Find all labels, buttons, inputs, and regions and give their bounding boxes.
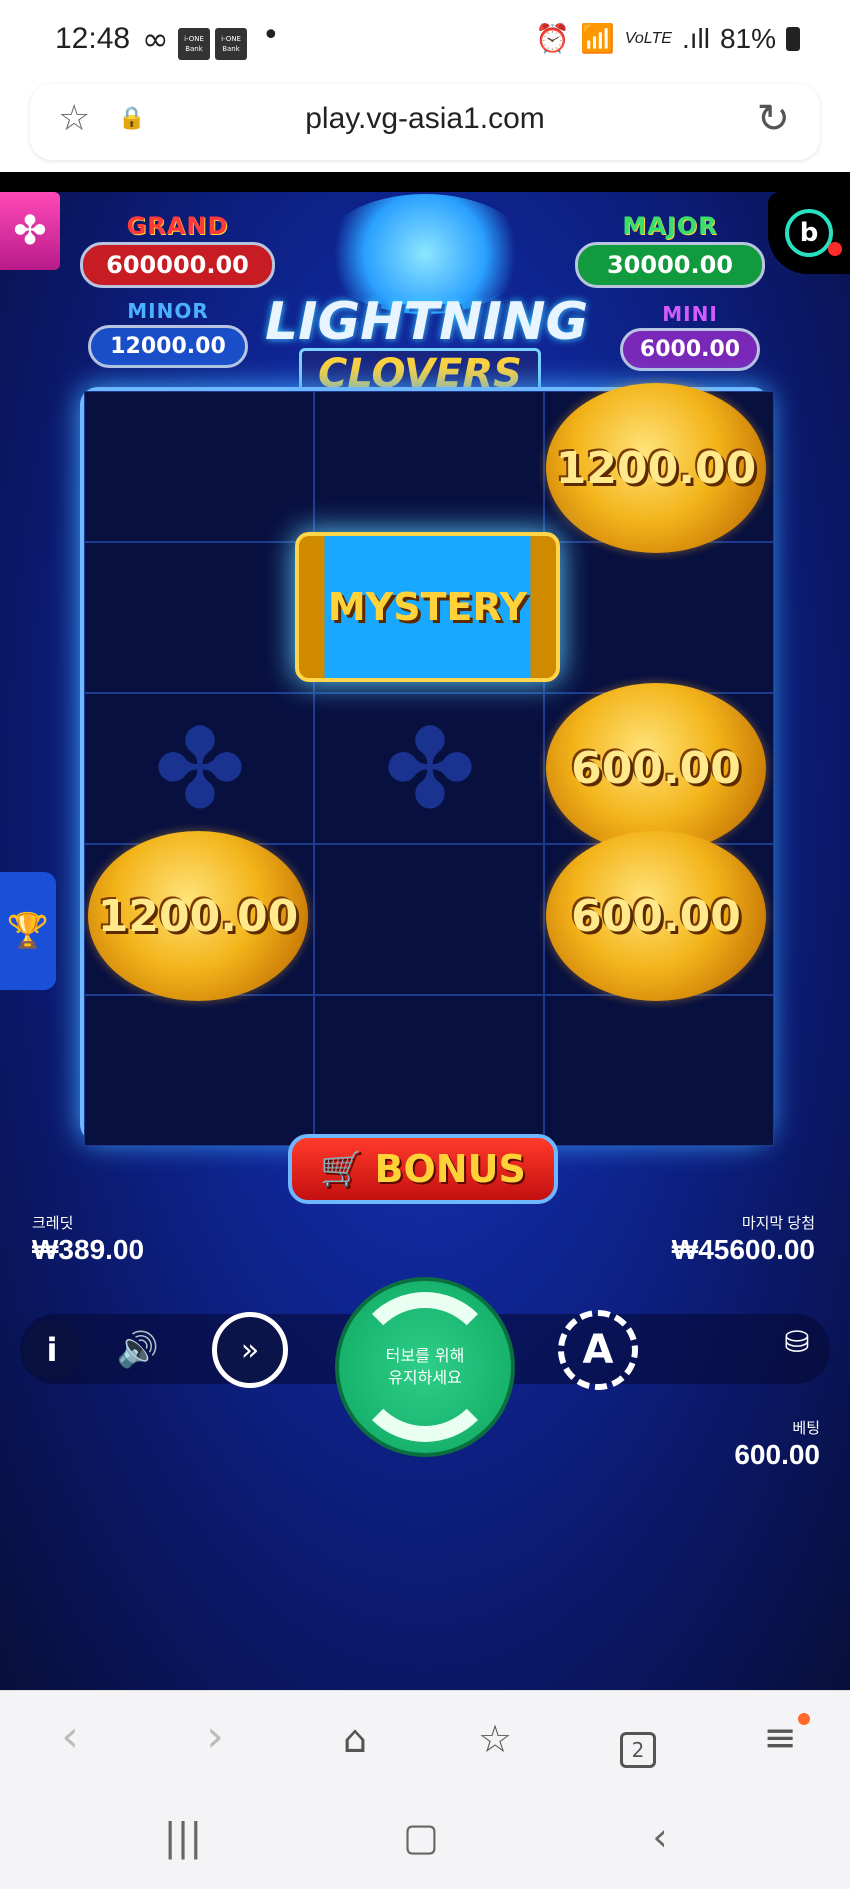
game-canvas[interactable]: ✤ b GRAND 600000.00 MAJOR 30000.00 MINOR… bbox=[0, 172, 850, 1690]
bonus-label: BONUS bbox=[374, 1147, 526, 1191]
info-icon[interactable]: i bbox=[22, 1320, 82, 1380]
grid-cell bbox=[84, 542, 314, 693]
jackpot-major: MAJOR 30000.00 bbox=[575, 212, 765, 288]
alert-dot bbox=[828, 242, 842, 256]
battery-icon bbox=[786, 26, 800, 51]
reload-icon[interactable]: ↻ bbox=[756, 96, 790, 142]
minor-value: 12000.00 bbox=[88, 325, 248, 368]
sound-icon[interactable]: 🔊 bbox=[108, 1320, 168, 1380]
grid-cell bbox=[314, 844, 544, 995]
grid-cell bbox=[314, 391, 544, 542]
grid-cell bbox=[544, 542, 774, 693]
volte-indicator: VoLTE bbox=[624, 29, 672, 47]
forward-icon[interactable]: › bbox=[175, 1711, 255, 1762]
gold-clover-coin: 600.00 bbox=[546, 831, 766, 1001]
mini-value: 6000.00 bbox=[620, 328, 760, 371]
bet-label: 베팅 bbox=[792, 1420, 820, 1437]
bank-app-icon: i-ONE Bank bbox=[178, 28, 210, 60]
mystery-symbol: MYSTERY bbox=[295, 532, 560, 682]
grid-cell bbox=[84, 995, 314, 1146]
last-win-value: ₩45600.00 bbox=[671, 1234, 815, 1265]
grid-cell bbox=[544, 995, 774, 1146]
bonus-buy-button[interactable]: 🛒 BONUS bbox=[288, 1134, 558, 1204]
status-bar: 12:48 ∞ i-ONE Bank i-ONE Bank • ⏰ 📶 VoLT… bbox=[0, 0, 850, 84]
spin-button[interactable]: 터보를 위해 유지하세요 bbox=[335, 1277, 515, 1457]
bet-value: 600.00 bbox=[734, 1439, 820, 1470]
jackpot-mini: MINI 6000.00 bbox=[620, 302, 760, 371]
reel-grid: ✤ ✤ 1200.00 600.00 1200.00 600.00 bbox=[80, 383, 774, 1146]
grid-cell: ✤ bbox=[314, 693, 544, 844]
home-icon[interactable]: ⌂ bbox=[315, 1717, 395, 1761]
game-top-band bbox=[0, 172, 850, 192]
grid-cell bbox=[314, 995, 544, 1146]
bank-app-icon-2: i-ONE Bank bbox=[215, 28, 247, 60]
gold-clover-coin: 600.00 bbox=[546, 683, 766, 853]
clover-outline-icon: ✤ bbox=[153, 705, 247, 833]
system-navigation: ||| ▢ ‹ bbox=[0, 1790, 850, 1889]
back-icon[interactable]: ‹ bbox=[30, 1711, 110, 1762]
menu-badge bbox=[798, 1713, 810, 1725]
recent-apps-icon[interactable]: ||| bbox=[143, 1815, 223, 1859]
signal-icon: .ıll bbox=[681, 22, 710, 54]
mini-label: MINI bbox=[662, 302, 718, 326]
clover-menu-icon[interactable]: ✤ bbox=[0, 192, 60, 270]
provider-b-icon: b bbox=[785, 209, 833, 257]
logo-line1: LIGHTNING bbox=[265, 292, 589, 352]
wifi-icon: 📶 bbox=[579, 23, 615, 54]
browser-toolbar: ‹ › ⌂ ☆ 2 ≡ bbox=[0, 1690, 850, 1790]
jackpot-grand: GRAND 600000.00 bbox=[80, 212, 275, 288]
spin-hint-line2: 유지하세요 bbox=[388, 1368, 462, 1387]
tabs-button[interactable]: 2 bbox=[598, 1717, 678, 1768]
minor-label: MINOR bbox=[127, 299, 209, 323]
spin-hint-line1: 터보를 위해 bbox=[385, 1346, 465, 1365]
tabs-count: 2 bbox=[620, 1732, 656, 1768]
major-label: MAJOR bbox=[622, 212, 718, 240]
home-button-icon[interactable]: ▢ bbox=[381, 1815, 461, 1859]
grid-cell: ✤ bbox=[84, 693, 314, 844]
battery-percent: 81% bbox=[719, 22, 776, 54]
url-text[interactable]: play.vg-asia1.com bbox=[30, 102, 820, 136]
bookmarks-icon[interactable]: ☆ bbox=[455, 1717, 535, 1761]
gold-clover-coin: 1200.00 bbox=[546, 383, 766, 553]
cart-icon: 🛒 bbox=[320, 1149, 363, 1189]
system-back-icon[interactable]: ‹ bbox=[620, 1815, 700, 1859]
clock: 12:48 bbox=[55, 22, 131, 55]
major-value: 30000.00 bbox=[575, 242, 765, 288]
grid-cell bbox=[84, 391, 314, 542]
status-right: ⏰ 📶 VoLTE .ıll 81% bbox=[535, 22, 800, 55]
provider-logo[interactable]: b bbox=[768, 192, 850, 274]
game-logo: LIGHTNING CLOVERS bbox=[265, 292, 589, 400]
clover-outline-icon: ✤ bbox=[383, 705, 477, 833]
credit-value: ₩389.00 bbox=[32, 1234, 145, 1265]
trophy-icon[interactable]: 🏆 bbox=[0, 872, 56, 990]
notification-dot: • bbox=[262, 18, 280, 53]
turbo-icon[interactable]: » bbox=[212, 1312, 288, 1388]
autoplay-icon[interactable]: A bbox=[558, 1310, 638, 1390]
last-win-label: 마지막 당첨 bbox=[741, 1215, 815, 1232]
alarm-icon: ⏰ bbox=[535, 23, 570, 54]
gold-clover-coin: 1200.00 bbox=[88, 831, 308, 1001]
grand-label: GRAND bbox=[126, 212, 229, 240]
jackpot-minor: MINOR 12000.00 bbox=[88, 299, 248, 368]
address-bar[interactable]: ☆ 🔒 play.vg-asia1.com ↻ bbox=[30, 84, 820, 160]
grand-value: 600000.00 bbox=[80, 242, 275, 288]
credit-label: 크레딧 bbox=[32, 1215, 74, 1232]
bet-stack-icon[interactable]: ⛁ bbox=[767, 1312, 827, 1372]
infinity-icon: ∞ bbox=[142, 20, 169, 58]
